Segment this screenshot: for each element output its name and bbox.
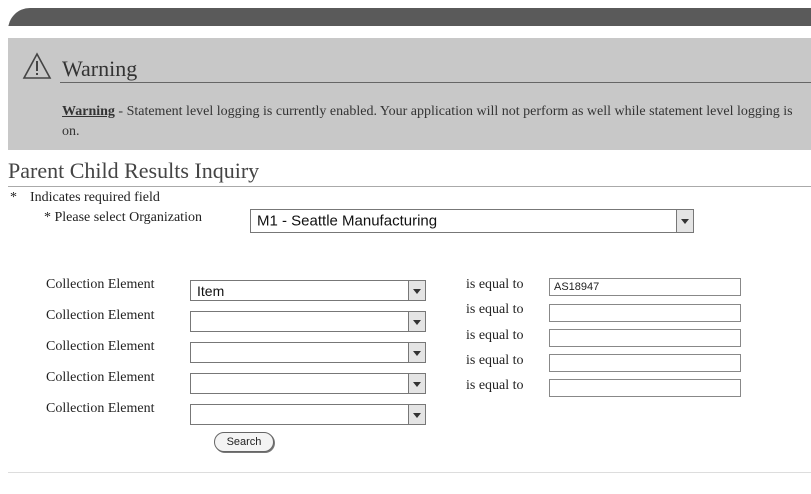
required-star: * [10, 190, 17, 205]
chevron-down-icon[interactable] [408, 342, 426, 363]
warning-icon [22, 52, 52, 79]
warning-message-text: - Statement level logging is currently e… [62, 104, 793, 139]
organization-select-value: M1 - Seattle Manufacturing [257, 212, 438, 230]
collection-element-select[interactable] [190, 311, 426, 332]
chevron-down-icon[interactable] [676, 209, 694, 233]
operator-label: is equal to [466, 328, 524, 343]
bottom-divider [8, 472, 811, 473]
collection-element-label: Collection Element [46, 308, 155, 323]
chevron-down-icon[interactable] [408, 280, 426, 301]
warning-divider [60, 82, 811, 83]
header-divider [8, 26, 811, 32]
organization-select[interactable]: M1 - Seattle Manufacturing [250, 209, 694, 233]
chevron-down-icon[interactable] [408, 404, 426, 425]
collection-element-select[interactable] [190, 373, 426, 394]
organization-label: * Please select Organization [44, 210, 202, 225]
criteria-value-input[interactable] [549, 379, 741, 397]
criteria-value-input[interactable] [549, 354, 741, 372]
collection-element-label: Collection Element [46, 339, 155, 354]
collection-element-select[interactable] [190, 404, 426, 425]
title-divider [8, 186, 811, 187]
chevron-down-icon[interactable] [408, 311, 426, 332]
search-button[interactable]: Search [214, 432, 274, 452]
collection-element-select[interactable] [190, 342, 426, 363]
required-note: Indicates required field [30, 190, 160, 205]
collection-element-label: Collection Element [46, 370, 155, 385]
operator-label: is equal to [466, 302, 524, 317]
operator-label: is equal to [466, 277, 524, 292]
collection-element-label: Collection Element [46, 401, 155, 416]
collection-element-select[interactable]: Item [190, 280, 426, 301]
warning-box: Warning Warning - Statement level loggin… [8, 38, 811, 150]
warning-message: Warning - Statement level logging is cur… [62, 102, 811, 142]
warning-title: Warning [62, 56, 138, 81]
page-title: Parent Child Results Inquiry [8, 158, 260, 183]
collection-element-value: Item [197, 282, 225, 299]
chevron-down-icon[interactable] [408, 373, 426, 394]
criteria-value-input[interactable] [549, 329, 741, 347]
operator-label: is equal to [466, 378, 524, 393]
criteria-value-input[interactable]: AS18947 [549, 278, 741, 296]
criteria-value-input[interactable] [549, 304, 741, 322]
collection-element-label: Collection Element [46, 277, 155, 292]
warning-bold-label: Warning [62, 104, 115, 119]
operator-label: is equal to [466, 353, 524, 368]
